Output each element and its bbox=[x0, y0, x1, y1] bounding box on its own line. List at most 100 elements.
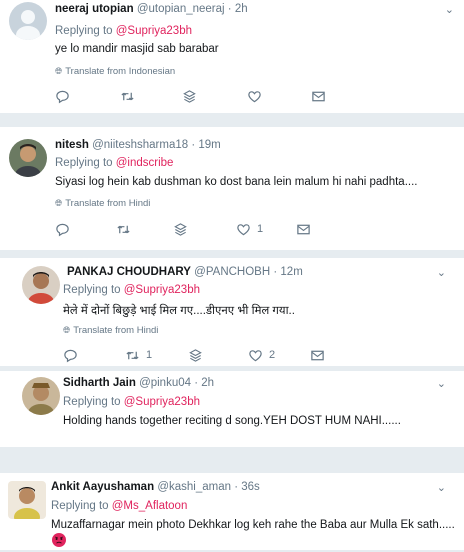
timestamp[interactable]: 19m bbox=[198, 139, 220, 151]
avatar[interactable] bbox=[9, 139, 47, 177]
retweet-button[interactable] bbox=[120, 88, 141, 104]
stack-icon bbox=[174, 222, 187, 236]
replying-to: Replying to @Supriya23bh bbox=[63, 396, 200, 408]
replying-to: Replying to @indscribe bbox=[55, 157, 173, 169]
avatar[interactable] bbox=[8, 481, 46, 519]
stack-button[interactable] bbox=[173, 221, 188, 237]
retweet-button[interactable]: 1 bbox=[125, 347, 152, 363]
envelope-icon bbox=[312, 91, 325, 101]
separator-dot: · bbox=[273, 266, 278, 278]
mention-link[interactable]: @Ms_Aflatoon bbox=[112, 500, 188, 512]
translate-label: Translate from Indonesian bbox=[65, 66, 176, 77]
heart-icon bbox=[237, 223, 250, 235]
globe-icon: 🌐︎ bbox=[55, 198, 63, 208]
separator-dot: · bbox=[194, 377, 199, 389]
stack-icon bbox=[189, 348, 202, 362]
tweet-text: Siyasi log hein kab dushman ko dost bana… bbox=[55, 176, 418, 188]
timestamp[interactable]: 2h bbox=[235, 3, 248, 15]
tweet-header: Sidharth Jain @pinku04 · 2h bbox=[63, 377, 214, 389]
retweet-icon bbox=[121, 92, 134, 100]
replying-to-label: Replying to bbox=[63, 284, 121, 296]
replying-to-label: Replying to bbox=[51, 500, 109, 512]
reply-button[interactable] bbox=[63, 347, 84, 363]
mention-link[interactable]: @indscribe bbox=[116, 157, 174, 169]
tweet-actions bbox=[0, 88, 464, 106]
tweet[interactable]: Sidharth Jain @pinku04 · 2h ⌄ Replying t… bbox=[0, 371, 464, 447]
angry-face-icon bbox=[52, 533, 66, 547]
user-handle[interactable]: @PANCHOBH bbox=[194, 266, 270, 278]
like-button[interactable]: 2 bbox=[248, 347, 275, 363]
globe-icon: 🌐︎ bbox=[55, 66, 63, 76]
tweet[interactable]: neeraj utopian @utopian_neeraj · 2h ⌄ Re… bbox=[0, 0, 464, 113]
reply-icon bbox=[56, 90, 69, 103]
globe-icon: 🌐︎ bbox=[63, 325, 71, 335]
tweet-text: Muzaffarnagar mein photo Dekhkar log keh… bbox=[51, 519, 455, 531]
mention-link[interactable]: @Supriya23bh bbox=[124, 396, 200, 408]
tweet-header: PANKAJ CHOUDHARY @PANCHOBH · 12m bbox=[67, 266, 303, 278]
avatar[interactable] bbox=[9, 2, 47, 40]
replying-to-label: Replying to bbox=[55, 25, 113, 37]
tweet-actions: 1 2 bbox=[0, 347, 464, 365]
like-count: 2 bbox=[269, 349, 276, 361]
stack-button[interactable] bbox=[182, 88, 197, 104]
reply-icon bbox=[64, 349, 77, 362]
chevron-down-icon[interactable]: ⌄ bbox=[437, 377, 446, 390]
tweet[interactable]: PANKAJ CHOUDHARY @PANCHOBH · 12m ⌄ Reply… bbox=[0, 258, 464, 366]
like-button[interactable] bbox=[247, 88, 268, 104]
reply-button[interactable] bbox=[55, 88, 76, 104]
tweet-header: Ankit Aayushaman @kashi_aman · 36s bbox=[51, 481, 260, 493]
reply-icon bbox=[56, 223, 69, 236]
separator-dot: · bbox=[234, 481, 239, 493]
envelope-icon bbox=[311, 350, 324, 360]
direct-message-button[interactable] bbox=[311, 88, 326, 104]
display-name[interactable]: nitesh bbox=[55, 139, 89, 151]
user-handle[interactable]: @niiteshsharma18 bbox=[92, 139, 188, 151]
timestamp[interactable]: 12m bbox=[280, 266, 302, 278]
chevron-down-icon[interactable]: ⌄ bbox=[437, 481, 446, 494]
tweet-text: Holding hands together reciting d song.Y… bbox=[63, 415, 401, 427]
separator-dot: · bbox=[191, 139, 196, 151]
heart-icon bbox=[249, 349, 262, 361]
retweet-icon bbox=[126, 351, 139, 359]
translate-link[interactable]: 🌐︎ Translate from Hindi bbox=[63, 325, 158, 336]
retweet-button[interactable] bbox=[116, 221, 137, 237]
tweet-text: मेले में दोनों बिछुड़े भाई मिल गए....डीए… bbox=[63, 305, 295, 317]
replying-to-label: Replying to bbox=[55, 157, 113, 169]
user-handle[interactable]: @kashi_aman bbox=[157, 481, 231, 493]
tweet[interactable]: Ankit Aayushaman @kashi_aman · 36s ⌄ Rep… bbox=[0, 473, 464, 550]
timestamp[interactable]: 36s bbox=[241, 481, 260, 493]
tweet-text: ye lo mandir masjid sab barabar bbox=[55, 43, 219, 55]
mention-link[interactable]: @Supriya23bh bbox=[116, 25, 192, 37]
display-name[interactable]: Sidharth Jain bbox=[63, 377, 136, 389]
mention-link[interactable]: @Supriya23bh bbox=[124, 284, 200, 296]
avatar[interactable] bbox=[22, 266, 60, 304]
chevron-down-icon[interactable]: ⌄ bbox=[445, 3, 454, 16]
direct-message-button[interactable] bbox=[310, 347, 325, 363]
user-handle[interactable]: @pinku04 bbox=[139, 377, 191, 389]
stack-button[interactable] bbox=[188, 347, 203, 363]
translate-label: Translate from Hindi bbox=[65, 198, 151, 209]
like-count: 1 bbox=[257, 223, 264, 235]
chevron-down-icon[interactable]: ⌄ bbox=[437, 266, 446, 279]
like-button[interactable]: 1 bbox=[236, 221, 263, 237]
reply-button[interactable] bbox=[55, 221, 76, 237]
retweet-count: 1 bbox=[146, 349, 153, 361]
translate-link[interactable]: 🌐︎ Translate from Indonesian bbox=[55, 66, 175, 77]
envelope-icon bbox=[297, 224, 310, 234]
display-name[interactable]: Ankit Aayushaman bbox=[51, 481, 154, 493]
translate-link[interactable]: 🌐︎ Translate from Hindi bbox=[55, 198, 150, 209]
translate-label: Translate from Hindi bbox=[73, 325, 159, 336]
display-name[interactable]: neeraj utopian bbox=[55, 3, 134, 15]
tweet[interactable]: nitesh @niiteshsharma18 · 19m Replying t… bbox=[0, 127, 464, 250]
replying-to-label: Replying to bbox=[63, 396, 121, 408]
separator-dot: · bbox=[227, 3, 232, 15]
user-handle[interactable]: @utopian_neeraj bbox=[137, 3, 225, 15]
direct-message-button[interactable] bbox=[296, 221, 311, 237]
tweet-actions: 1 bbox=[0, 221, 464, 239]
avatar[interactable] bbox=[22, 377, 60, 415]
tweet-header: neeraj utopian @utopian_neeraj · 2h bbox=[55, 3, 248, 15]
timestamp[interactable]: 2h bbox=[201, 377, 214, 389]
tweet-feed: neeraj utopian @utopian_neeraj · 2h ⌄ Re… bbox=[0, 0, 464, 550]
display-name[interactable]: PANKAJ CHOUDHARY bbox=[67, 266, 191, 278]
replying-to: Replying to @Supriya23bh bbox=[63, 284, 200, 296]
